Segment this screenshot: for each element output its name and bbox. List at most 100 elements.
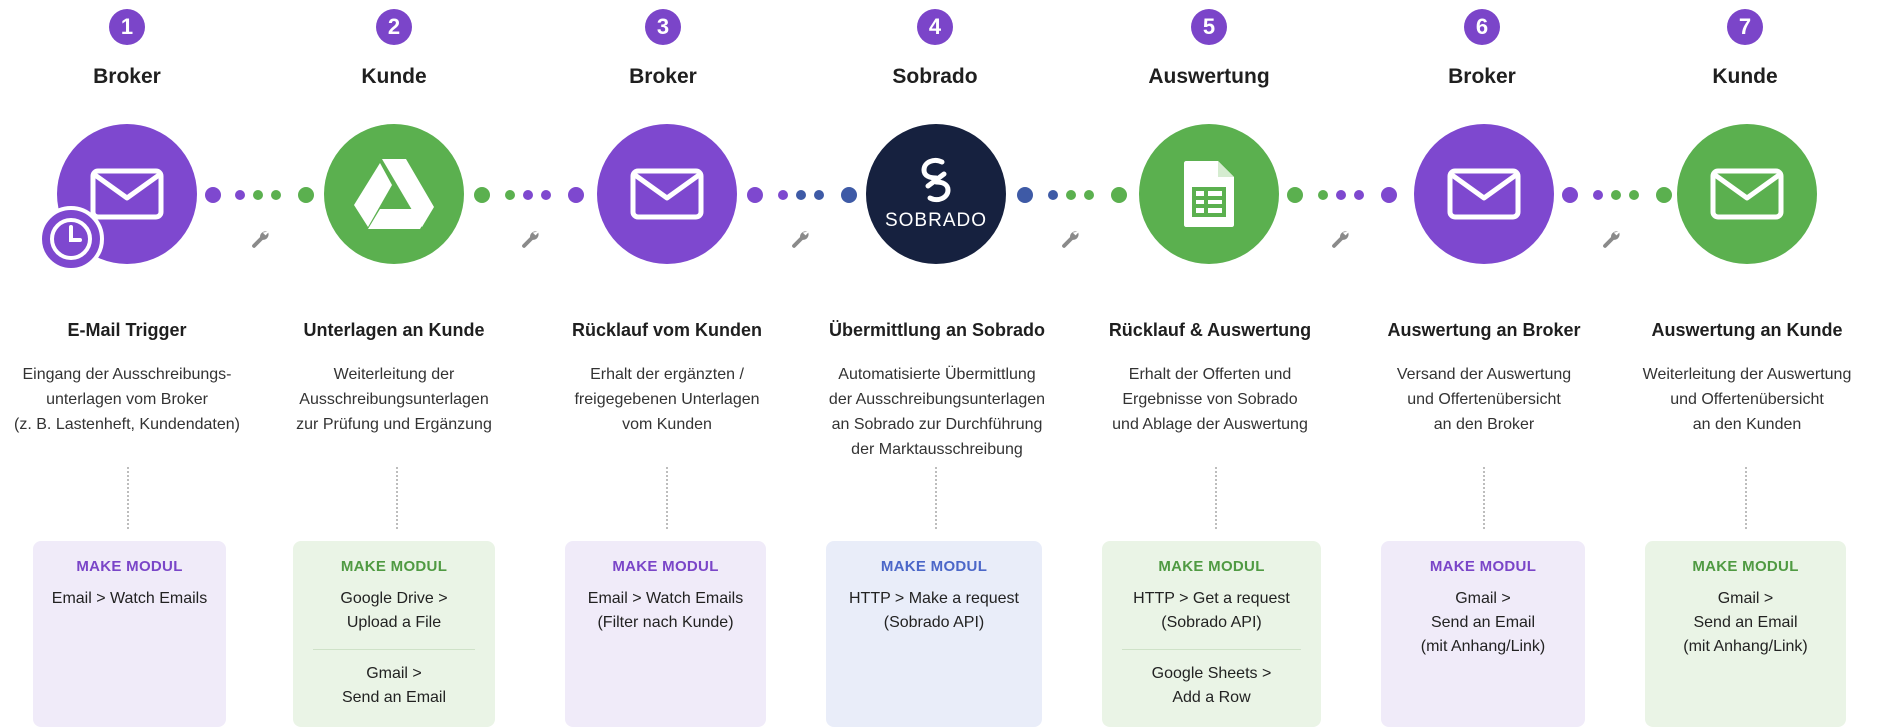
connector-dot bbox=[1611, 190, 1621, 200]
connector-dot bbox=[505, 190, 515, 200]
connector-dot bbox=[1017, 187, 1033, 203]
mail-icon bbox=[90, 168, 164, 220]
step-title: Auswertung an Broker bbox=[1387, 320, 1581, 340]
connector-dot bbox=[1593, 190, 1603, 200]
connector-dot bbox=[1048, 190, 1058, 200]
connector-dot bbox=[814, 190, 824, 200]
step-title: Auswertung an Kunde bbox=[1651, 320, 1843, 340]
connector-dot bbox=[1336, 190, 1346, 200]
step-title: Rücklauf vom Kunden bbox=[571, 320, 763, 340]
step-role-label: Kunde bbox=[361, 65, 427, 88]
connector-dot bbox=[747, 187, 763, 203]
connector-line bbox=[935, 467, 937, 529]
make-modul-box: MAKE MODUL HTTP > Get a request (Sobrado … bbox=[1102, 541, 1321, 727]
step-description: Weiterleitung der Auswertung und Offerten… bbox=[1642, 366, 1852, 433]
sobrado-logo-text: SOBRADO bbox=[884, 210, 988, 231]
connector-dot bbox=[1354, 190, 1364, 200]
clock-icon bbox=[38, 206, 104, 272]
step-description: Versand der Auswertung und Offertenübersi… bbox=[1396, 366, 1572, 433]
step-role-label: Auswertung bbox=[1148, 65, 1270, 88]
make-modul-box: MAKE MODUL Email > Watch Emails bbox=[33, 541, 226, 727]
step-icon-circle bbox=[1139, 124, 1279, 264]
step-role-label: Sobrado bbox=[892, 65, 978, 88]
connector-dot bbox=[1287, 187, 1303, 203]
make-modul-box: MAKE MODUL Gmail > Send an Email (mit Anha… bbox=[1645, 541, 1846, 727]
connector-line bbox=[1483, 467, 1485, 529]
modul-separator bbox=[313, 649, 475, 650]
connector-dot bbox=[1381, 187, 1397, 203]
step-description: Erhalt der ergänzten / freigegebenen Unte… bbox=[574, 366, 760, 433]
step-description: Erhalt der Offerten und Ergebnisse von So… bbox=[1112, 366, 1308, 433]
step-number-badge: 3 bbox=[645, 9, 681, 45]
connector-dot bbox=[1629, 190, 1639, 200]
google-sheets-icon bbox=[1184, 161, 1234, 227]
step-title: E-Mail Trigger bbox=[67, 320, 187, 340]
make-modul-box: MAKE MODUL Email > Watch Emails (Filter n… bbox=[565, 541, 766, 727]
step-role-label: Broker bbox=[629, 65, 697, 88]
step-title: Rücklauf & Auswertung bbox=[1108, 320, 1312, 340]
step-icon-circle bbox=[1677, 124, 1817, 264]
wrench-icon bbox=[1062, 231, 1079, 248]
step-icon-circle bbox=[1414, 124, 1554, 264]
connector-dot bbox=[298, 187, 314, 203]
wrench-icon bbox=[1332, 231, 1349, 248]
wrench-icon bbox=[1603, 231, 1620, 248]
step-icon-circle bbox=[324, 124, 464, 264]
step-number-badge: 5 bbox=[1191, 9, 1227, 45]
connector-dot bbox=[1111, 187, 1127, 203]
step-role-label: Broker bbox=[93, 65, 161, 88]
connector-dot bbox=[271, 190, 281, 200]
step-description: Automatisierte Übermittlung der Ausschrei… bbox=[828, 366, 1046, 458]
connector-dot bbox=[796, 190, 806, 200]
make-modul-box: MAKE MODUL Google Drive > Upload a File G… bbox=[293, 541, 495, 727]
step-description: Eingang der Ausschreibungs-unterlagen vo… bbox=[14, 366, 240, 433]
modul-item: Gmail > Send an Email bbox=[341, 665, 447, 706]
wrench-icon bbox=[252, 231, 269, 248]
modul-item: HTTP > Get a request (Sobrado API) bbox=[1133, 590, 1290, 631]
step-title: Übermittlung an Sobrado bbox=[829, 320, 1045, 340]
step-role-label: Broker bbox=[1448, 65, 1516, 88]
step-number-badge: 1 bbox=[109, 9, 145, 45]
step-description: Weiterleitung der Ausschreibungsunterlage… bbox=[296, 366, 492, 433]
step-number-badge: 4 bbox=[917, 9, 953, 45]
modul-item: Gmail > Send an Email (mit Anhang/Link) bbox=[1683, 590, 1808, 655]
modul-item: Gmail > Send an Email (mit Anhang/Link) bbox=[1420, 590, 1546, 655]
modul-item: Email > Watch Emails (Filter nach Kunde) bbox=[587, 590, 744, 631]
connector-dot bbox=[568, 187, 584, 203]
step-title: Unterlagen an Kunde bbox=[303, 320, 485, 340]
step-number-badge: 6 bbox=[1464, 9, 1500, 45]
connector-dot bbox=[1562, 187, 1578, 203]
connector-dot bbox=[474, 187, 490, 203]
step-icon-circle: SOBRADO bbox=[866, 124, 1006, 264]
connector-dot bbox=[205, 187, 221, 203]
sobrado-logo-icon bbox=[921, 157, 951, 203]
google-drive-icon bbox=[354, 159, 434, 229]
make-modul-box: MAKE MODUL HTTP > Make a request (Sobrado… bbox=[826, 541, 1042, 727]
wrench-icon bbox=[522, 231, 539, 248]
mail-icon bbox=[1447, 168, 1521, 220]
connector-dot bbox=[778, 190, 788, 200]
connector-dot bbox=[1318, 190, 1328, 200]
connector-dot bbox=[1084, 190, 1094, 200]
step-role-label: Kunde bbox=[1712, 65, 1778, 88]
mail-icon bbox=[630, 168, 704, 220]
connector-dot bbox=[541, 190, 551, 200]
modul-item: Google Drive > Upload a File bbox=[340, 590, 448, 631]
connector-dot bbox=[1656, 187, 1672, 203]
connector-line bbox=[396, 467, 398, 529]
wrench-icon bbox=[792, 231, 809, 248]
connector-dot bbox=[523, 190, 533, 200]
connector-line bbox=[1215, 467, 1217, 529]
connector-dot bbox=[1066, 190, 1076, 200]
connector-dot bbox=[253, 190, 263, 200]
connector-line bbox=[666, 467, 668, 529]
modul-item: Google Sheets > Add a Row bbox=[1151, 665, 1272, 706]
make-modul-box: MAKE MODUL Gmail > Send an Email (mit Anha… bbox=[1381, 541, 1585, 727]
step-icon-circle bbox=[597, 124, 737, 264]
step-number-badge: 2 bbox=[376, 9, 412, 45]
modul-separator bbox=[1122, 649, 1301, 650]
step-number-badge: 7 bbox=[1727, 9, 1763, 45]
mail-icon bbox=[1710, 168, 1784, 220]
connector-line bbox=[127, 467, 129, 529]
connector-line bbox=[1745, 467, 1747, 529]
